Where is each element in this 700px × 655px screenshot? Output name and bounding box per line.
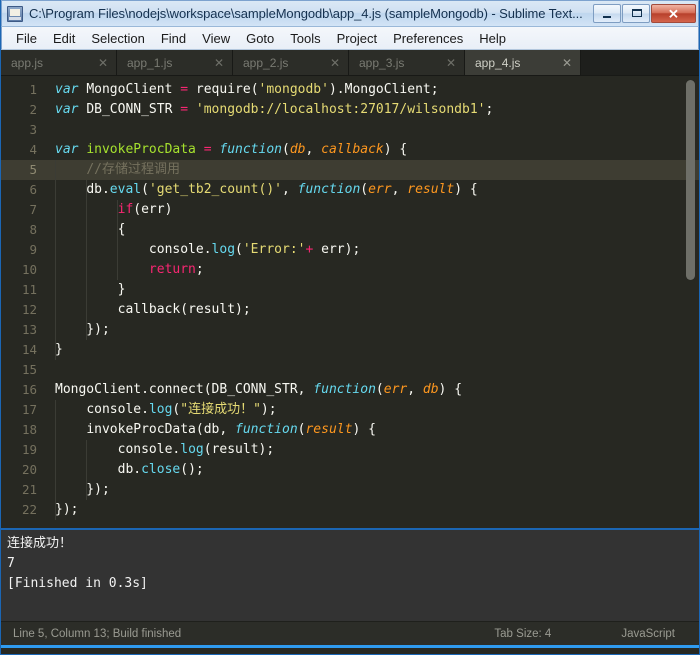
line-number: 15 — [21, 362, 37, 377]
line-number: 2 — [29, 102, 37, 117]
code-line: db.eval('get_tb2_count()', function(err,… — [86, 182, 478, 197]
line-number: 11 — [21, 282, 37, 297]
tab-label: app_2.js — [243, 55, 289, 70]
tab-label: app_4.js — [475, 55, 521, 70]
line-number: 6 — [29, 182, 37, 197]
tab-app-4-js[interactable]: app_4.js ✕ — [465, 50, 581, 75]
line-number: 12 — [21, 302, 37, 317]
menu-item-edit[interactable]: Edit — [45, 29, 83, 48]
tab-close-icon[interactable]: ✕ — [330, 57, 340, 69]
line-number: 18 — [21, 422, 37, 437]
code-line: console.log(result); — [117, 442, 275, 457]
statusbar: Line 5, Column 13; Build finished Tab Si… — [1, 621, 699, 645]
status-language[interactable]: JavaScript — [621, 628, 675, 640]
code-line: db.close(); — [117, 462, 204, 477]
code-line: }); — [55, 502, 79, 517]
window-title: C:\Program Files\nodejs\workspace\sample… — [29, 6, 583, 21]
line-number: 17 — [21, 402, 37, 417]
tabbar-empty-space — [581, 50, 699, 75]
status-tab-size[interactable]: Tab Size: 4 — [494, 628, 551, 640]
window-bottom-edge — [1, 645, 699, 648]
menu-item-goto[interactable]: Goto — [238, 29, 282, 48]
code-line: if(err) — [117, 202, 173, 217]
menu-item-tools[interactable]: Tools — [282, 29, 328, 48]
code-line: } — [55, 282, 126, 297]
code-line: callback(result); — [117, 302, 251, 317]
code-line: console.log("连接成功！"); — [86, 402, 277, 417]
scrollbar-thumb[interactable] — [686, 80, 695, 280]
menu-item-project[interactable]: Project — [329, 29, 385, 48]
tab-close-icon[interactable]: ✕ — [214, 57, 224, 69]
line-number: 4 — [29, 142, 37, 157]
line-number: 9 — [29, 242, 37, 257]
build-output-panel[interactable]: 连接成功！ 7 [Finished in 0.3s] — [1, 528, 699, 621]
menubar: File Edit Selection Find View Goto Tools… — [1, 27, 699, 50]
tab-app-1-js[interactable]: app_1.js ✕ — [117, 50, 233, 75]
status-message: Line 5, Column 13; Build finished — [13, 627, 182, 640]
code-editor[interactable]: 1 2 3 4 5 6 7 8 9 10 11 12 13 14 15 16 1… — [1, 76, 699, 528]
code-line: console.log('Error:'+ err); — [148, 242, 361, 257]
code-line: invokeProcData(db, function(result) { — [86, 422, 376, 437]
line-number: 13 — [21, 322, 37, 337]
menu-item-view[interactable]: View — [194, 29, 238, 48]
line-number: 21 — [21, 482, 37, 497]
tab-app-3-js[interactable]: app_3.js ✕ — [349, 50, 465, 75]
code-line: var DB_CONN_STR = 'mongodb://localhost:2… — [55, 102, 494, 117]
code-line: var invokeProcData = function(db, callba… — [55, 142, 408, 157]
code-line: }); — [55, 322, 110, 337]
close-icon: ✕ — [668, 6, 679, 21]
tab-close-icon[interactable]: ✕ — [446, 57, 456, 69]
menu-item-help[interactable]: Help — [471, 29, 514, 48]
line-number: 20 — [21, 462, 37, 477]
editor-vertical-scrollbar[interactable] — [685, 78, 696, 526]
window-controls: ✕ — [592, 4, 696, 23]
console-output-line: 连接成功！ — [7, 536, 73, 551]
close-button[interactable]: ✕ — [651, 4, 696, 23]
tab-close-icon[interactable]: ✕ — [562, 57, 572, 69]
line-number: 3 — [29, 122, 37, 137]
menu-item-find[interactable]: Find — [153, 29, 194, 48]
sublime-text-icon — [7, 5, 23, 22]
tab-label: app_3.js — [359, 55, 405, 70]
code-line: }); — [55, 482, 110, 497]
line-number: 10 — [21, 262, 37, 277]
code-line: var MongoClient = require('mongodb').Mon… — [55, 82, 439, 97]
tab-label: app.js — [11, 55, 44, 70]
menu-item-selection[interactable]: Selection — [83, 29, 152, 48]
line-number: 14 — [21, 342, 37, 357]
code-text-area[interactable]: var MongoClient = require('mongodb').Mon… — [45, 76, 699, 528]
line-number: 22 — [21, 502, 37, 517]
editor-tabbar: app.js ✕ app_1.js ✕ app_2.js ✕ app_3.js … — [1, 50, 699, 76]
maximize-button[interactable] — [622, 4, 650, 23]
line-number-current: 5 — [1, 160, 45, 180]
maximize-icon — [632, 9, 642, 17]
tab-app-2-js[interactable]: app_2.js ✕ — [233, 50, 349, 75]
console-output-line: [Finished in 0.3s] — [7, 576, 148, 591]
tab-close-icon[interactable]: ✕ — [98, 57, 108, 69]
code-line: return; — [148, 262, 204, 277]
line-number: 19 — [21, 442, 37, 457]
minimize-icon — [603, 16, 611, 18]
tab-app-js[interactable]: app.js ✕ — [1, 50, 117, 75]
line-number: 7 — [29, 202, 37, 217]
minimize-button[interactable] — [593, 4, 621, 23]
menu-item-file[interactable]: File — [8, 29, 45, 48]
console-output-line: 7 — [7, 556, 15, 571]
menu-item-preferences[interactable]: Preferences — [385, 29, 471, 48]
tab-label: app_1.js — [127, 55, 173, 70]
code-line: } — [55, 342, 63, 357]
line-number: 16 — [21, 382, 37, 397]
code-line-current: //存储过程调用 — [45, 160, 699, 180]
sublime-text-window: C:\Program Files\nodejs\workspace\sample… — [0, 0, 700, 655]
line-number: 1 — [29, 82, 37, 97]
code-line: { — [55, 222, 126, 237]
code-line: MongoClient.connect(DB_CONN_STR, functio… — [55, 382, 463, 397]
window-titlebar: C:\Program Files\nodejs\workspace\sample… — [1, 0, 699, 27]
line-number-gutter: 1 2 3 4 5 6 7 8 9 10 11 12 13 14 15 16 1… — [1, 76, 45, 528]
line-number: 8 — [29, 222, 37, 237]
